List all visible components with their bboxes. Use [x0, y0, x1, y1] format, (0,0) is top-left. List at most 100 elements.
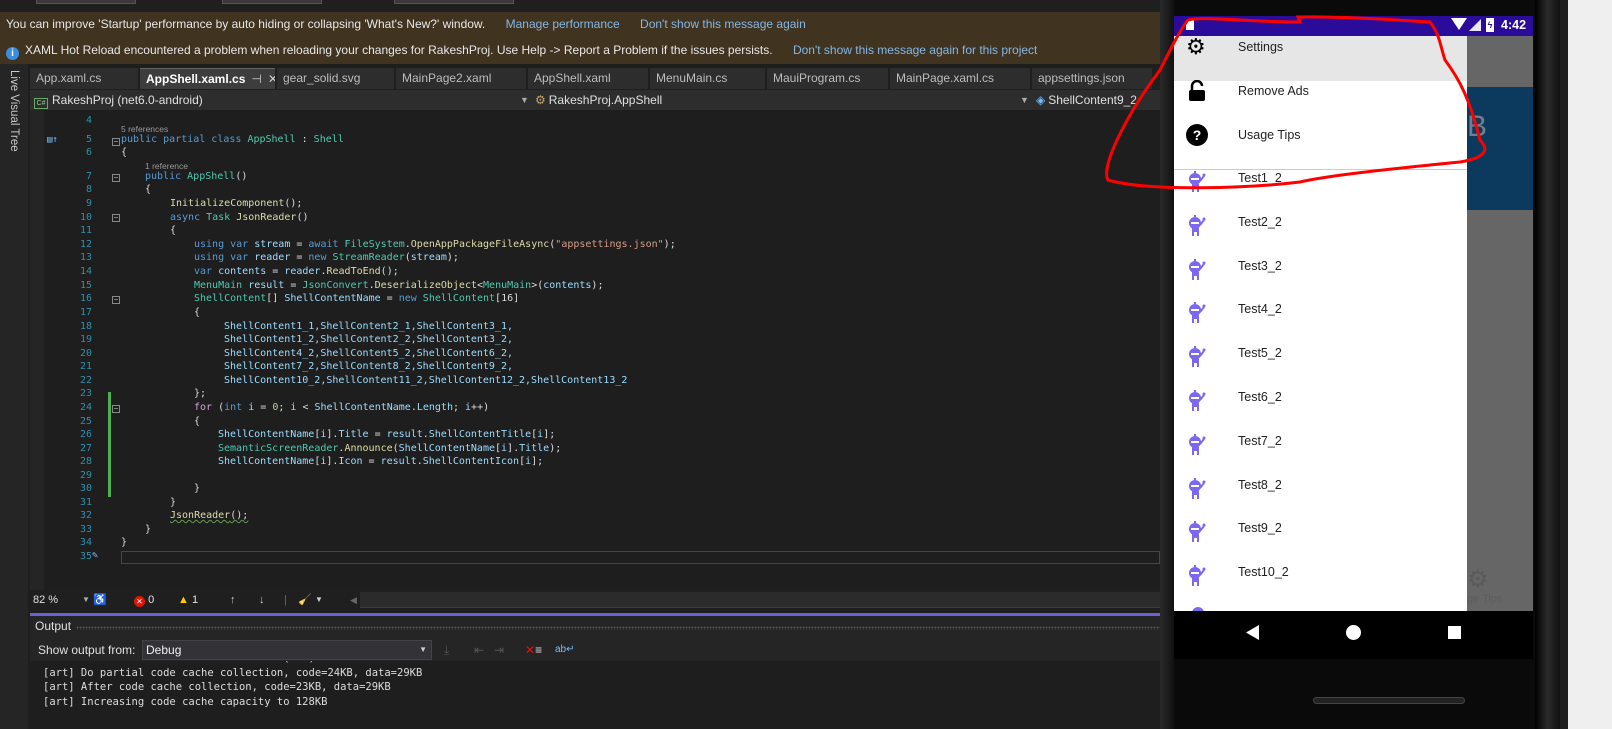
csharp-project-icon: C#	[34, 98, 48, 109]
scroll-left-icon[interactable]: ◀	[350, 590, 357, 610]
code-line-20: ShellContent4_2,ShellContent5_2,ShellCon…	[224, 348, 513, 359]
dont-show-again-link[interactable]: Don't show this message again	[640, 17, 806, 31]
pin-icon[interactable]: ⊣	[251, 72, 261, 86]
tab-appshell-xaml[interactable]: AppShell.xaml	[528, 68, 648, 89]
battery-charging-icon: ϟ	[1486, 18, 1494, 32]
horizontal-scrollbar[interactable]	[360, 592, 1160, 608]
class-name: RakeshProj.AppShell	[548, 93, 663, 107]
flyout-item-settings[interactable]: ⚙ Settings	[1174, 36, 1467, 81]
flyout-item[interactable]: Test4_2	[1174, 300, 1467, 344]
flyout-item[interactable]: Test1_2	[1174, 169, 1467, 213]
flyout-item-label: Remove Ads	[1238, 84, 1309, 98]
signal-icon	[1469, 19, 1481, 31]
clear-all-icon[interactable]: ✕≡	[525, 639, 542, 661]
warning-count[interactable]: ▲ 1	[178, 590, 198, 610]
chevron-down-icon[interactable]: ▼	[82, 590, 90, 610]
code-line-5: public partial class AppShell : Shell	[121, 134, 344, 145]
collapse-icon[interactable]: −	[112, 405, 120, 413]
line-number: 34	[79, 537, 92, 548]
close-icon[interactable]: ✕	[268, 72, 275, 86]
collapse-icon[interactable]: −	[112, 138, 120, 146]
go-to-line-icon[interactable]: ⤓	[444, 639, 449, 661]
arrow-up-icon[interactable]: ↑	[230, 590, 236, 610]
code-line-8: {	[145, 184, 152, 195]
wifi-icon	[1451, 18, 1467, 30]
arrow-down-icon[interactable]: ↓	[259, 590, 265, 610]
line-number: 18	[79, 321, 92, 332]
flyout-item[interactable]: Test6_2	[1174, 388, 1467, 432]
app-header-card	[1467, 87, 1533, 210]
manage-performance-link[interactable]: Manage performance	[506, 17, 620, 31]
flyout-item-label: Test8_2	[1238, 477, 1282, 492]
chevron-down-icon[interactable]: ▼	[520, 90, 529, 110]
output-line: [art] Do partial code cache collection, …	[43, 666, 423, 679]
dont-show-again-project-link[interactable]: Don't show this message again for this p…	[793, 43, 1037, 57]
collapse-icon[interactable]: −	[112, 296, 120, 304]
tab-mauiprogram-cs[interactable]: MauiProgram.cs	[767, 68, 888, 89]
line-number: 33	[79, 524, 92, 535]
code-editor[interactable]: ▤↑ 4 5 6 7 8 9 10 11 12 13 14 15 16 17 18 19 20 21 22 23 24 2…	[30, 110, 1160, 590]
line-number: 5	[85, 134, 92, 145]
emulator-bezel	[1160, 0, 1174, 729]
output-toolbar: Show output from: Debug ▼ ⤓ ⇤ ⇥ ✕≡ ab↵	[30, 639, 1160, 661]
codelens-references[interactable]: 1 reference	[145, 161, 188, 171]
tab-label: gear_solid.svg	[283, 71, 361, 85]
recents-button[interactable]	[1448, 626, 1461, 639]
live-visual-tree-tab[interactable]: Live Visual Tree	[8, 70, 20, 152]
implementation-glyph-icon[interactable]: ▤↑	[47, 135, 58, 145]
previous-message-icon[interactable]: ⇤	[474, 639, 484, 661]
collapse-icon[interactable]: −	[112, 174, 120, 182]
flyout-item[interactable]: Test2_2	[1174, 213, 1467, 257]
tab-menumain-cs[interactable]: MenuMain.cs	[650, 68, 765, 89]
zoom-level-dropdown[interactable]: 82 %	[33, 590, 58, 610]
android-navigation-bar	[1174, 611, 1533, 659]
tab-mainpage2-xaml[interactable]: MainPage2.xaml	[396, 68, 526, 89]
accessibility-icon[interactable]: ♿	[93, 590, 107, 610]
back-button[interactable]	[1246, 625, 1259, 640]
project-dropdown[interactable]: C# RakeshProj (net6.0-android)	[34, 90, 529, 110]
tab-mainpage-xaml-cs[interactable]: MainPage.xaml.cs	[890, 68, 1030, 89]
code-line-30: }	[194, 483, 201, 494]
sd-card-icon	[1186, 19, 1194, 30]
flyout-item[interactable]: Test5_2	[1174, 344, 1467, 388]
dotnet-bot-icon	[1189, 390, 1206, 411]
flyout-item-label: Test5_2	[1238, 346, 1282, 361]
tab-label: MainPage.xaml.cs	[896, 71, 995, 85]
flyout-item[interactable]: Test8_2	[1174, 476, 1467, 520]
member-dropdown[interactable]: ◈ ShellContent9_2	[1036, 90, 1160, 110]
class-dropdown[interactable]: ⚙ RakeshProj.AppShell	[535, 90, 1025, 110]
tab-appsettings-json[interactable]: appsettings.json	[1032, 68, 1152, 89]
tab-app-xaml-cs[interactable]: App.xaml.cs	[30, 68, 138, 89]
flyout-item[interactable]: Test7_2	[1174, 432, 1467, 476]
toolbar-field[interactable]	[222, 0, 322, 4]
error-count[interactable]: ✕ 0	[134, 590, 154, 610]
line-number: 9	[85, 198, 92, 209]
output-log[interactable]: The thread 0x8 has exited with code 0 (0…	[30, 661, 1160, 729]
code-line-19: ShellContent1_2,ShellContent2_2,ShellCon…	[224, 334, 513, 345]
panel-grip[interactable]	[76, 626, 1160, 630]
toolbar-field[interactable]	[36, 0, 136, 4]
tab-appshell-xaml-cs[interactable]: AppShell.xaml.cs ⊣ ✕	[140, 68, 275, 89]
flyout-item-usage-tips[interactable]: ? Usage Tips	[1174, 124, 1467, 169]
output-source-select[interactable]: Debug ▼	[142, 640, 432, 660]
code-cleanup-icon[interactable]: 🧹	[298, 590, 312, 610]
quick-action-icon[interactable]: ✎	[92, 550, 98, 561]
startup-performance-infobar: You can improve 'Startup' performance by…	[0, 12, 1160, 37]
chevron-down-icon[interactable]: ▼	[315, 590, 323, 610]
home-button[interactable]	[1346, 625, 1361, 640]
flyout-item[interactable]: Test10_2	[1174, 563, 1467, 607]
code-navigation-bar: C# RakeshProj (net6.0-android) ▼ ⚙ RakeshP…	[30, 90, 1160, 110]
flyout-item-remove-ads[interactable]: Remove Ads	[1174, 80, 1467, 125]
output-source-value: Debug	[146, 643, 182, 657]
next-message-icon[interactable]: ⇥	[494, 639, 504, 661]
flyout-item-label: Settings	[1238, 40, 1284, 54]
codelens-references[interactable]: 5 references	[121, 124, 168, 134]
tab-gear-solid-svg[interactable]: gear_solid.svg	[277, 68, 394, 89]
word-wrap-icon[interactable]: ab↵	[555, 639, 575, 661]
emulator-bezel	[1535, 0, 1560, 729]
collapse-icon[interactable]: −	[112, 214, 120, 222]
flyout-item[interactable]: Test3_2	[1174, 257, 1467, 301]
flyout-item[interactable]: Test9_2	[1174, 519, 1467, 563]
toolbar-field[interactable]	[394, 0, 514, 4]
chevron-down-icon[interactable]: ▼	[1020, 90, 1029, 110]
